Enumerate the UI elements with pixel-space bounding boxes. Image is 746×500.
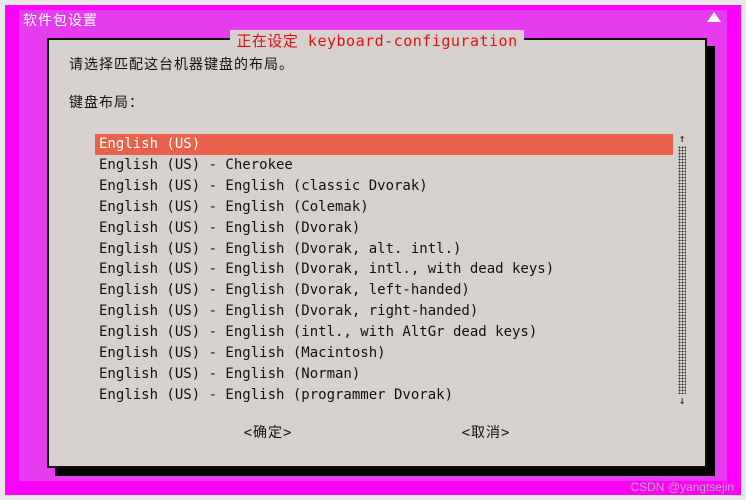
list-item[interactable]: English (US) - English (Dvorak) xyxy=(95,218,673,239)
list-item[interactable]: English (US) - English (programmer Dvora… xyxy=(95,385,673,406)
list-item[interactable]: English (US) - English (Dvorak, intl., w… xyxy=(95,259,673,280)
terminal-outer-frame: 软件包设置 正在设定 keyboard-configuration 请选择匹配这… xyxy=(5,5,741,495)
ok-button[interactable]: <确定> xyxy=(244,422,293,442)
terminal-screen: 软件包设置 正在设定 keyboard-configuration 请选择匹配这… xyxy=(19,10,727,481)
watermark: CSDN @yangtsejin xyxy=(630,480,734,494)
window-title: 软件包设置 xyxy=(19,10,727,30)
list-item[interactable]: English (US) - Cherokee xyxy=(95,155,673,176)
keyboard-layout-list[interactable]: English (US)English (US) - CherokeeEngli… xyxy=(95,134,673,406)
list-item[interactable]: English (US) xyxy=(95,134,673,155)
list-item[interactable]: English (US) - English (Dvorak, left-han… xyxy=(95,280,673,301)
scroll-down-arrow-icon[interactable]: ↓ xyxy=(677,396,687,406)
section-label: 键盘布局： xyxy=(69,92,685,112)
cancel-button[interactable]: <取消> xyxy=(462,422,511,442)
list-item[interactable]: English (US) - English (Dvorak, alt. int… xyxy=(95,239,673,260)
scroll-up-arrow-icon[interactable]: ↑ xyxy=(677,134,687,144)
scroll-track[interactable] xyxy=(678,146,686,394)
list-item[interactable]: English (US) - English (Macintosh) xyxy=(95,343,673,364)
list-item[interactable]: English (US) - English (intl., with AltG… xyxy=(95,322,673,343)
list-item[interactable]: English (US) - English (classic Dvorak) xyxy=(95,176,673,197)
dialog-title: 正在设定 keyboard-configuration xyxy=(230,30,523,51)
list-item[interactable]: English (US) - English (Norman) xyxy=(95,364,673,385)
list-item[interactable]: English (US) - English (Colemak) xyxy=(95,197,673,218)
dialog-prompt: 请选择匹配这台机器键盘的布局。 xyxy=(69,54,685,74)
window-maximize-icon[interactable] xyxy=(707,12,721,22)
list-item[interactable]: English (US) - English (Dvorak, right-ha… xyxy=(95,301,673,322)
scrollbar[interactable]: ↑ ↓ xyxy=(677,134,687,406)
keyboard-config-dialog: 正在设定 keyboard-configuration 请选择匹配这台机器键盘的… xyxy=(47,38,707,468)
